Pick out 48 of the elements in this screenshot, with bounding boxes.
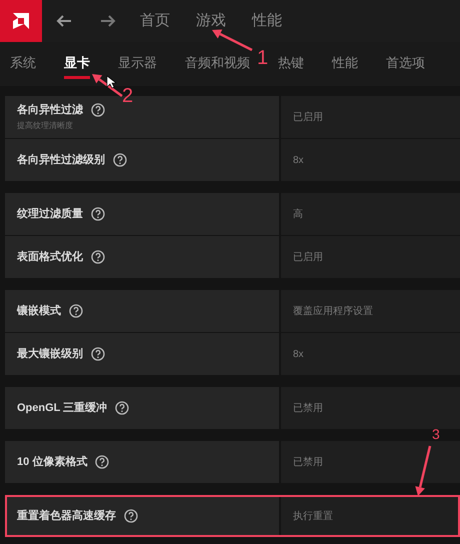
- setting-value[interactable]: 已禁用: [293, 400, 323, 416]
- help-icon[interactable]: [69, 304, 83, 318]
- nav-item[interactable]: 首页: [140, 10, 170, 32]
- tab[interactable]: 显卡: [64, 48, 90, 80]
- logo[interactable]: [0, 0, 42, 42]
- help-icon[interactable]: [91, 103, 105, 117]
- logo-icon: [11, 11, 31, 31]
- annotation-number: 1: [257, 48, 268, 68]
- help-icon[interactable]: [113, 153, 127, 167]
- setting-value[interactable]: 8x: [293, 152, 304, 168]
- annotation-arrow: [212, 30, 253, 52]
- setting-label: 镶嵌模式: [17, 304, 61, 319]
- setting-value[interactable]: 执行重置: [293, 508, 333, 524]
- setting-value[interactable]: 已启用: [293, 250, 323, 264]
- annotation-arrow: [415, 446, 432, 496]
- tab[interactable]: 音频和视频: [185, 48, 250, 80]
- setting-value[interactable]: 8x: [293, 346, 304, 362]
- setting-label: 最大镶嵌级别: [17, 346, 83, 362]
- help-icon[interactable]: [115, 401, 130, 415]
- setting-label: 表面格式优化: [17, 250, 83, 265]
- help-icon[interactable]: [91, 347, 105, 361]
- tab[interactable]: 显示器: [118, 48, 157, 80]
- setting-label: 纹理过滤质量: [17, 206, 83, 222]
- setting-value[interactable]: 已禁用: [293, 454, 323, 470]
- tab[interactable]: 热键: [278, 48, 304, 80]
- tab[interactable]: 系统: [10, 48, 36, 80]
- setting-label: 各向异性过滤: [17, 102, 83, 118]
- setting-label: OpenGL 三重缓冲: [17, 400, 108, 416]
- nav-item[interactable]: 性能: [252, 10, 282, 32]
- tab[interactable]: 性能: [332, 48, 358, 80]
- mouse-cursor-icon: [106, 75, 117, 88]
- setting-description: 提高纹理清晰度: [17, 120, 74, 132]
- back-arrow-icon[interactable]: [56, 14, 72, 28]
- setting-label: 重置着色器高速缓存: [17, 508, 116, 524]
- setting-label: 各向异性过滤级别: [17, 152, 105, 168]
- setting-value[interactable]: 高: [293, 206, 303, 222]
- forward-arrow-icon[interactable]: [100, 14, 116, 28]
- help-icon[interactable]: [91, 207, 105, 221]
- annotation-arrow: [92, 74, 123, 97]
- help-icon[interactable]: [91, 250, 105, 264]
- help-icon[interactable]: [95, 455, 110, 469]
- setting-label: 10 位像素格式: [17, 454, 88, 470]
- annotation-number: 3: [432, 427, 440, 441]
- setting-value[interactable]: 已启用: [293, 110, 323, 124]
- setting-value[interactable]: 覆盖应用程序设置: [293, 304, 373, 318]
- nav-item[interactable]: 游戏: [196, 10, 226, 32]
- tab[interactable]: 首选项: [386, 48, 425, 80]
- help-icon[interactable]: [124, 509, 138, 523]
